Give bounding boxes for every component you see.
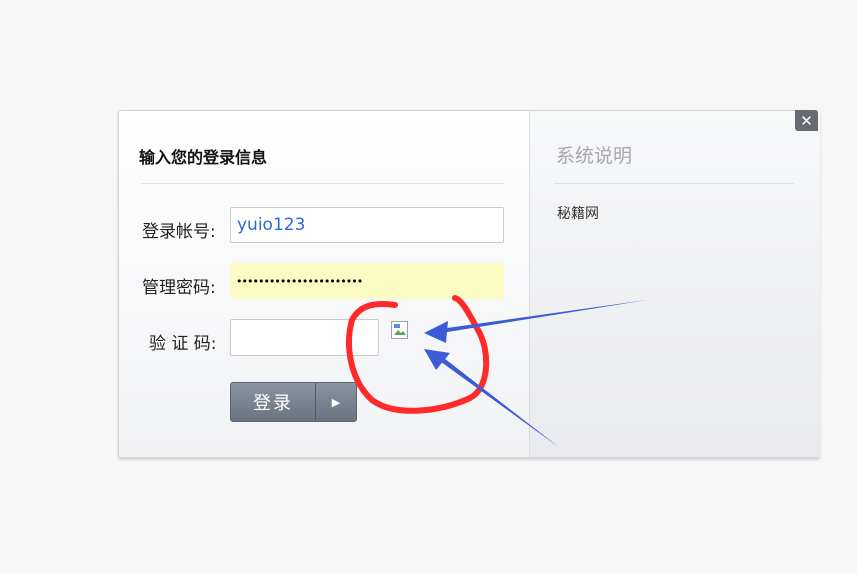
password-input[interactable]: ••••••••••••••••••••••• bbox=[230, 263, 504, 299]
info-text: 秘籍网 bbox=[557, 206, 599, 222]
account-label: 登录帐号: bbox=[142, 222, 216, 242]
captcha-image-broken-icon[interactable] bbox=[391, 321, 413, 343]
captcha-input[interactable] bbox=[230, 319, 379, 356]
info-divider bbox=[554, 183, 794, 184]
password-label: 管理密码: bbox=[142, 278, 216, 298]
login-button[interactable]: 登录 ▶ bbox=[230, 382, 357, 422]
play-arrow-icon: ▶ bbox=[331, 395, 341, 409]
captcha-label: 验 证 码: bbox=[149, 334, 217, 354]
info-panel: 系统说明 秘籍网 bbox=[529, 111, 820, 457]
login-dialog: 输入您的登录信息 登录帐号: 管理密码: •••••••••••••••••••… bbox=[118, 110, 820, 458]
divider bbox=[141, 183, 504, 184]
close-icon[interactable]: ✕ bbox=[795, 110, 818, 131]
login-button-label: 登录 bbox=[231, 383, 316, 421]
account-input[interactable] bbox=[230, 207, 504, 243]
login-panel: 输入您的登录信息 登录帐号: 管理密码: •••••••••••••••••••… bbox=[119, 111, 529, 457]
password-mask: ••••••••••••••••••••••• bbox=[236, 274, 363, 288]
login-title: 输入您的登录信息 bbox=[139, 148, 268, 167]
info-title: 系统说明 bbox=[556, 145, 633, 167]
